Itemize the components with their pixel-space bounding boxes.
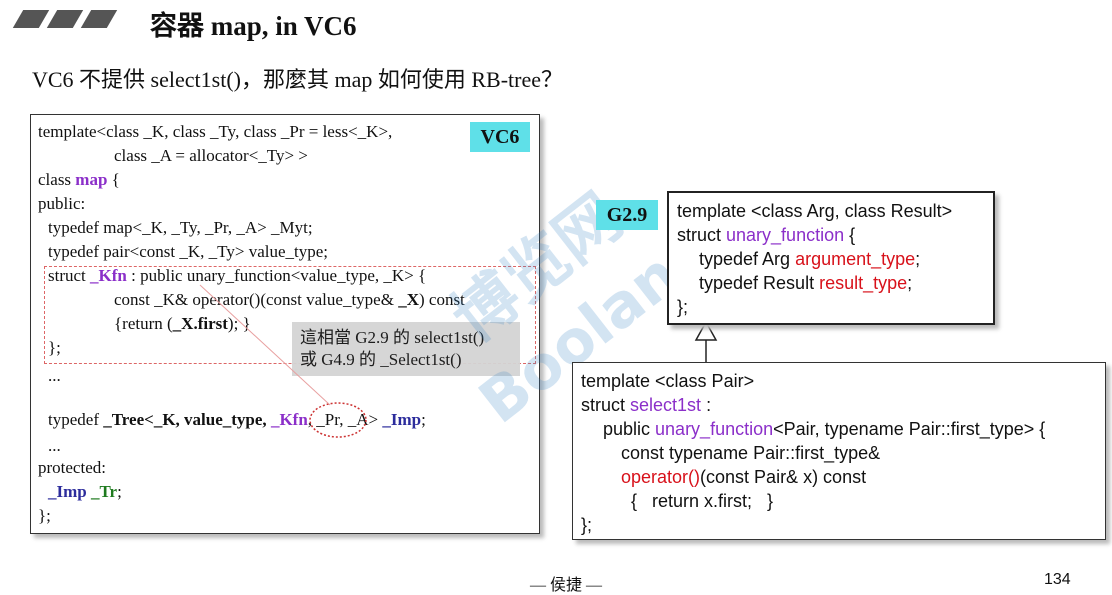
code-line: typedef Result result_type;	[699, 273, 913, 293]
code-line: };	[677, 297, 689, 317]
code-line: typedef Arg argument_type;	[699, 249, 921, 269]
code-line: public unary_function<Pair, typename Pai…	[603, 419, 1046, 439]
code-line: { return x.first; }	[631, 491, 774, 511]
code-line: operator()(const Pair& x) const	[621, 467, 867, 487]
kfn-circle	[309, 402, 367, 438]
g29-badge: G2.9	[596, 200, 658, 230]
code-line: template <class Pair>	[581, 371, 755, 391]
code-line: const typename Pair::first_type&	[621, 443, 881, 463]
unary-function-box: template <class Arg, class Result> struc…	[667, 191, 995, 325]
code-line: };	[581, 515, 593, 535]
code-line: struct select1st :	[581, 395, 712, 415]
footer-author: — 侯捷 —	[530, 577, 603, 594]
code-line: template <class Arg, class Result>	[677, 201, 953, 221]
code-line: struct unary_function {	[677, 225, 856, 245]
select1st-box: template <class Pair> struct select1st :…	[572, 362, 1106, 540]
page-number: 134	[1044, 571, 1071, 588]
kfn-connector	[199, 284, 331, 406]
